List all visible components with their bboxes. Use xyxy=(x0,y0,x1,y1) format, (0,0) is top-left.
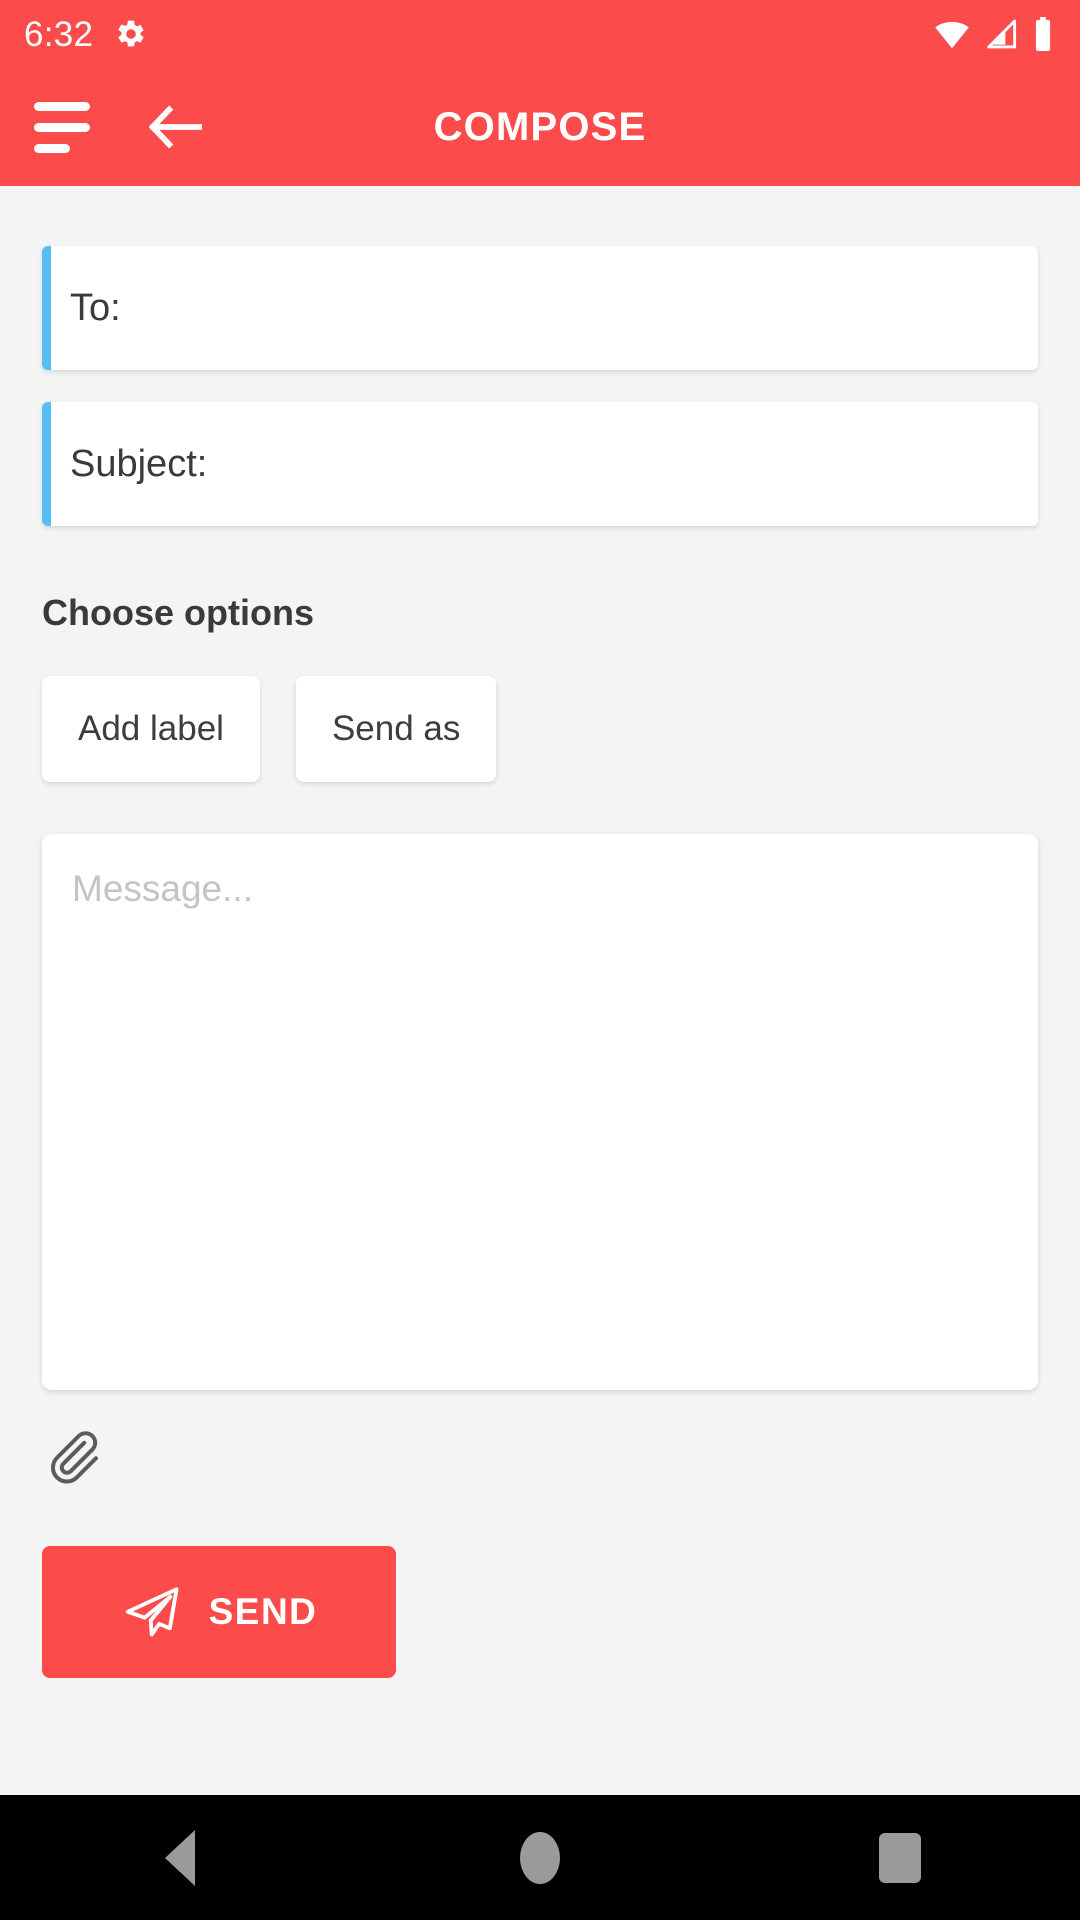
battery-icon xyxy=(1032,17,1054,51)
paper-plane-icon xyxy=(125,1587,179,1637)
send-as-button-label: Send as xyxy=(331,709,461,748)
gear-icon xyxy=(115,18,147,50)
nav-home-button[interactable] xyxy=(460,1795,620,1920)
to-field-label: To: xyxy=(70,287,121,329)
compose-form: To: Subject: Choose options Add label Se… xyxy=(0,186,1080,1795)
android-navigation-bar xyxy=(0,1795,1080,1920)
nav-home-icon xyxy=(520,1831,560,1884)
cellular-signal-icon xyxy=(984,19,1018,49)
phone-screen: 6:32 COMPOSE To: Subject: Choose options… xyxy=(0,0,1080,1920)
paperclip-icon[interactable] xyxy=(50,1430,106,1488)
status-bar-right xyxy=(934,17,1054,51)
status-time: 6:32 xyxy=(24,14,94,54)
nav-back-icon xyxy=(165,1829,195,1886)
hamburger-menu-icon[interactable] xyxy=(24,101,90,153)
add-label-button[interactable]: Add label xyxy=(42,676,260,782)
send-as-button[interactable]: Send as xyxy=(295,676,497,782)
choose-options-heading: Choose options xyxy=(42,592,314,633)
add-label-button-label: Add label xyxy=(78,709,224,748)
back-arrow-icon xyxy=(148,105,202,149)
subject-field-label: Subject: xyxy=(70,443,208,485)
options-chip-row: Add label Send as xyxy=(42,676,1038,782)
send-button-label: SEND xyxy=(208,1591,318,1632)
nav-recents-button[interactable] xyxy=(820,1795,980,1920)
subject-field[interactable]: Subject: xyxy=(42,402,1038,526)
status-bar: 6:32 xyxy=(0,0,1080,68)
to-field[interactable]: To: xyxy=(42,246,1038,370)
message-placeholder: Message... xyxy=(72,868,253,909)
back-button[interactable] xyxy=(145,97,205,157)
message-input[interactable]: Message... xyxy=(42,834,1038,1390)
hamburger-line xyxy=(34,122,90,132)
nav-recents-icon xyxy=(879,1832,921,1883)
attachment-row xyxy=(42,1430,1038,1488)
hamburger-line xyxy=(34,143,70,153)
nav-back-button[interactable] xyxy=(100,1795,260,1920)
app-bar: COMPOSE xyxy=(0,68,1080,186)
status-bar-left: 6:32 xyxy=(24,17,147,52)
hamburger-line xyxy=(34,101,90,111)
wifi-icon xyxy=(934,19,970,49)
send-button[interactable]: SEND xyxy=(42,1546,396,1678)
